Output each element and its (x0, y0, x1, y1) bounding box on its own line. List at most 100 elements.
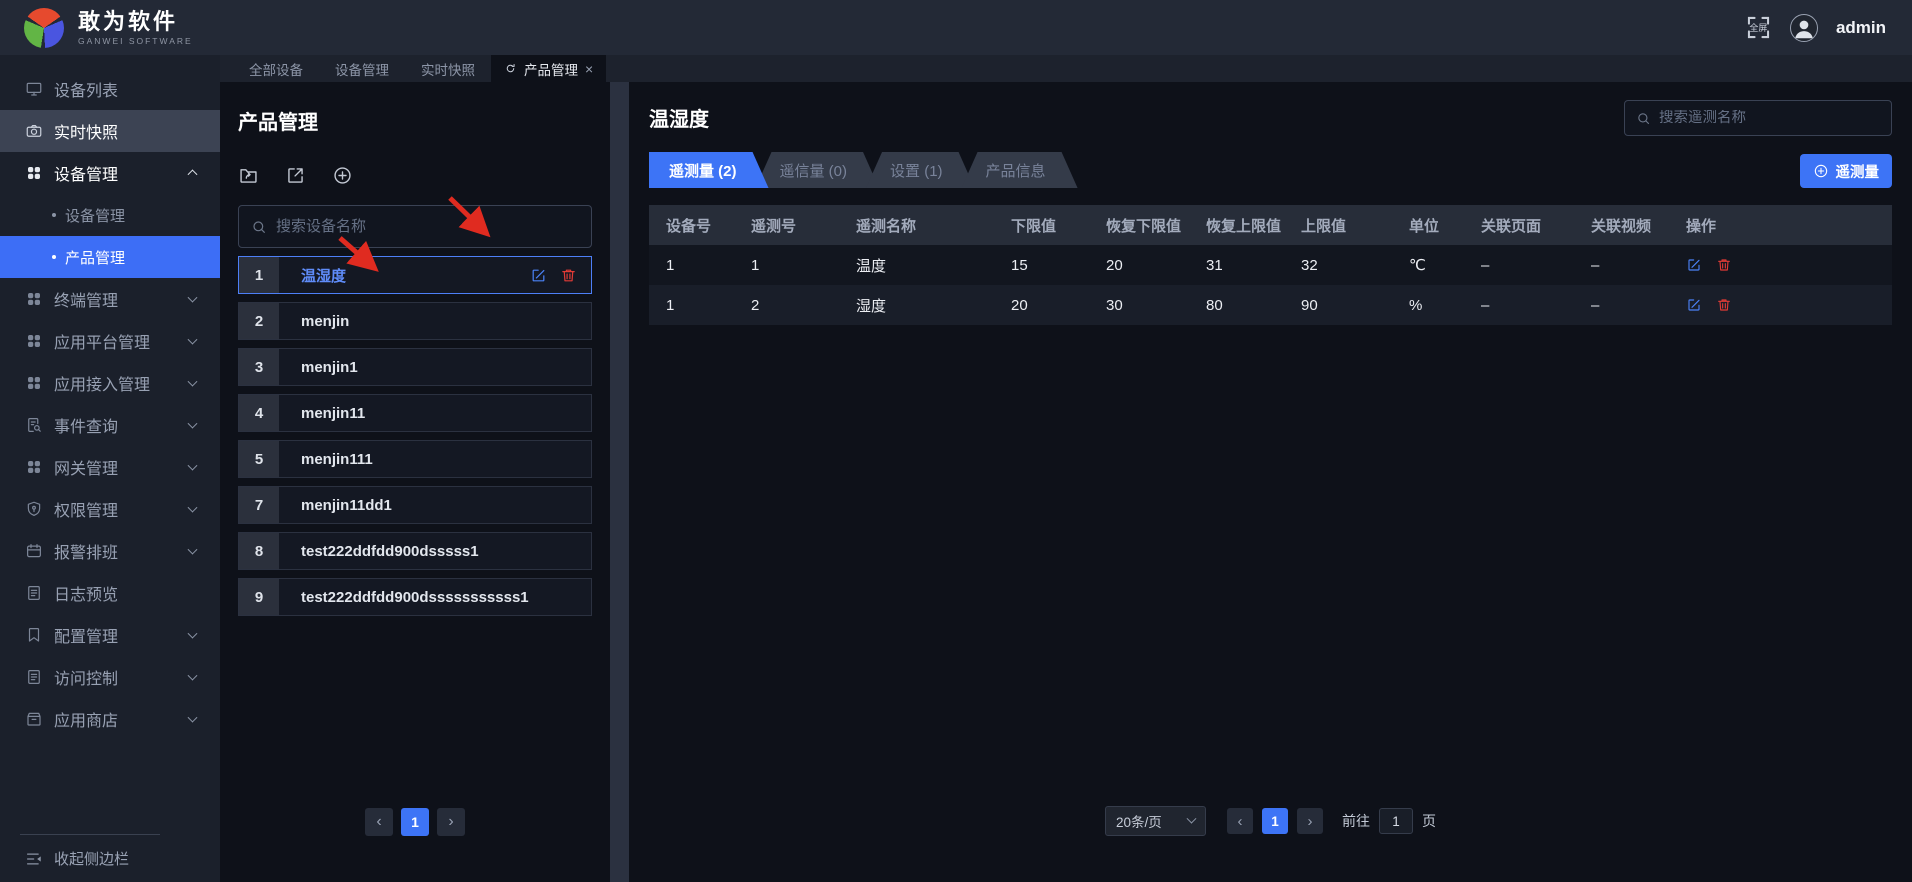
username[interactable]: admin (1836, 18, 1886, 38)
goto-label: 前往 (1342, 813, 1370, 829)
topbar: 敢为软件 GANWEI SOFTWARE 全屏 admin (0, 0, 1912, 55)
export-icon[interactable] (285, 165, 306, 186)
col-header: 单位 (1409, 217, 1440, 235)
col-header: 遥测名称 (856, 217, 917, 235)
chevron-down-icon (187, 712, 198, 723)
close-tab-icon[interactable]: × (585, 62, 593, 76)
product-list: 1 温湿度 2 menjin 3 menjin1 4 menjin11 5 me… (238, 256, 592, 616)
col-header: 遥测号 (751, 217, 797, 235)
product-row[interactable]: 4 menjin11 (238, 394, 592, 432)
detail-title: 温湿度 (649, 109, 709, 131)
table-row: 1 1 温度 15 20 31 32 ℃ – – (649, 245, 1892, 285)
sidebar-item-alarm-schedule[interactable]: 报警排班 (0, 530, 220, 572)
delete-icon[interactable] (1716, 297, 1732, 313)
col-header: 下限值 (1011, 217, 1057, 235)
product-row[interactable]: 7 menjin11dd1 (238, 486, 592, 524)
delete-icon[interactable] (560, 267, 577, 284)
product-row[interactable]: 2 menjin (238, 302, 592, 340)
sidebar-item-terminal-mgmt[interactable]: 终端管理 (0, 278, 220, 320)
sidebar-item-app-platform-mgmt[interactable]: 应用平台管理 (0, 320, 220, 362)
product-row[interactable]: 3 menjin1 (238, 348, 592, 386)
tab-all-devices[interactable]: 全部设备 (233, 55, 319, 82)
collapse-sidebar-button[interactable]: 收起侧边栏 (0, 835, 220, 882)
edit-icon[interactable] (530, 267, 547, 284)
app-window: 敢为软件 GANWEI SOFTWARE 全屏 admin 设备列表 实时快照 … (0, 0, 1912, 882)
chevron-down-icon (187, 670, 198, 681)
next-page-button[interactable]: › (437, 808, 465, 836)
goto-unit: 页 (1422, 813, 1436, 829)
product-row[interactable]: 9 test222ddfdd900dsssssssssss1 (238, 578, 592, 616)
camera-icon (26, 124, 42, 137)
sidebar-item-event-query[interactable]: 事件查询 (0, 404, 220, 446)
shield-icon (27, 501, 41, 516)
page-size-select[interactable]: 20条/页 (1105, 806, 1206, 836)
tab-realtime-snapshot[interactable]: 实时快照 (405, 55, 491, 82)
col-header: 恢复上限值 (1206, 217, 1282, 235)
tab-telesignal[interactable]: 遥信量 (0) (756, 152, 880, 188)
delete-icon[interactable] (1716, 257, 1732, 273)
avatar[interactable] (1789, 13, 1818, 42)
tab-telemetry[interactable]: 遥测量 (2) (649, 152, 769, 188)
product-row[interactable]: 8 test222ddfdd900dsssss1 (238, 532, 592, 570)
tab-product-info[interactable]: 产品信息 (962, 152, 1078, 188)
sidebar-item-app-store[interactable]: 应用商店 (0, 698, 220, 740)
doc-icon (28, 586, 40, 600)
sidebar-item-log-preview[interactable]: 日志预览 (0, 572, 220, 614)
fullscreen-button[interactable]: 全屏 (1745, 14, 1772, 41)
goto-page-input[interactable] (1379, 808, 1413, 834)
sidebar-item-realtime-snapshot[interactable]: 实时快照 (0, 110, 220, 152)
tab-settings[interactable]: 设置 (1) (866, 152, 975, 188)
chevron-down-icon (187, 460, 198, 471)
collapse-icon (26, 852, 42, 865)
plus-circle-icon (1814, 164, 1827, 178)
add-telemetry-button[interactable]: 遥测量 (1799, 154, 1892, 188)
product-row-selected[interactable]: 1 温湿度 (238, 256, 592, 294)
col-header: 关联视频 (1591, 217, 1652, 235)
sidebar-item-device-list[interactable]: 设备列表 (0, 68, 220, 110)
panel-title: 产品管理 (238, 112, 318, 134)
grid-icon (28, 293, 40, 305)
page-1-button[interactable]: 1 (1262, 808, 1288, 834)
next-page-button[interactable]: › (1297, 808, 1323, 834)
brand-logo (24, 7, 64, 48)
col-header: 上限值 (1301, 217, 1347, 235)
open-tabs-strip: 全部设备 设备管理 实时快照 产品管理 × (220, 55, 1912, 82)
tab-product-mgmt-active[interactable]: 产品管理 × (491, 55, 607, 82)
telemetry-search-box (1624, 100, 1892, 136)
col-header: 操作 (1686, 217, 1717, 235)
refresh-icon[interactable] (504, 62, 517, 75)
chevron-down-icon (187, 418, 198, 429)
sidebar-item-config-mgmt[interactable]: 配置管理 (0, 614, 220, 656)
device-search-input[interactable] (276, 218, 579, 235)
brand-subtitle: GANWEI SOFTWARE (78, 35, 193, 46)
tab-device-mgmt[interactable]: 设备管理 (319, 55, 405, 82)
telemetry-search-input[interactable] (1659, 110, 1880, 126)
chevron-down-icon (187, 628, 198, 639)
monitor-icon (26, 82, 42, 96)
detail-tabs: 遥测量 (2) 遥信量 (0) 设置 (1) 产品信息 (649, 152, 1078, 188)
sidebar-item-permission-mgmt[interactable]: 权限管理 (0, 488, 220, 530)
col-header: 关联页面 (1481, 217, 1542, 235)
chevron-down-icon (1186, 813, 1197, 824)
product-row[interactable]: 5 menjin111 (238, 440, 592, 478)
sidebar-subitem-product-mgmt[interactable]: 产品管理 (0, 236, 220, 278)
page-1-button[interactable]: 1 (401, 808, 429, 836)
chevron-down-icon (187, 544, 198, 555)
table-row: 1 2 湿度 20 30 80 90 % – – (649, 285, 1892, 325)
edit-icon[interactable] (1686, 257, 1702, 273)
sidebar-item-app-access-mgmt[interactable]: 应用接入管理 (0, 362, 220, 404)
sidebar-item-access-control[interactable]: 访问控制 (0, 656, 220, 698)
folder-import-icon[interactable] (238, 165, 259, 186)
add-product-icon[interactable] (332, 165, 353, 186)
bullet-dot (52, 213, 56, 217)
prev-page-button[interactable]: ‹ (365, 808, 393, 836)
edit-icon[interactable] (1686, 297, 1702, 313)
product-list-panel: 产品管理 1 温湿度 (220, 82, 610, 882)
doc-icon (28, 670, 40, 684)
prev-page-button[interactable]: ‹ (1227, 808, 1253, 834)
sidebar-subitem-device-mgmt[interactable]: 设备管理 (0, 194, 220, 236)
chevron-down-icon (187, 502, 198, 513)
sidebar-item-gateway-mgmt[interactable]: 网关管理 (0, 446, 220, 488)
brand: 敢为软件 GANWEI SOFTWARE (24, 7, 193, 48)
sidebar-item-device-mgmt[interactable]: 设备管理 (0, 152, 220, 194)
